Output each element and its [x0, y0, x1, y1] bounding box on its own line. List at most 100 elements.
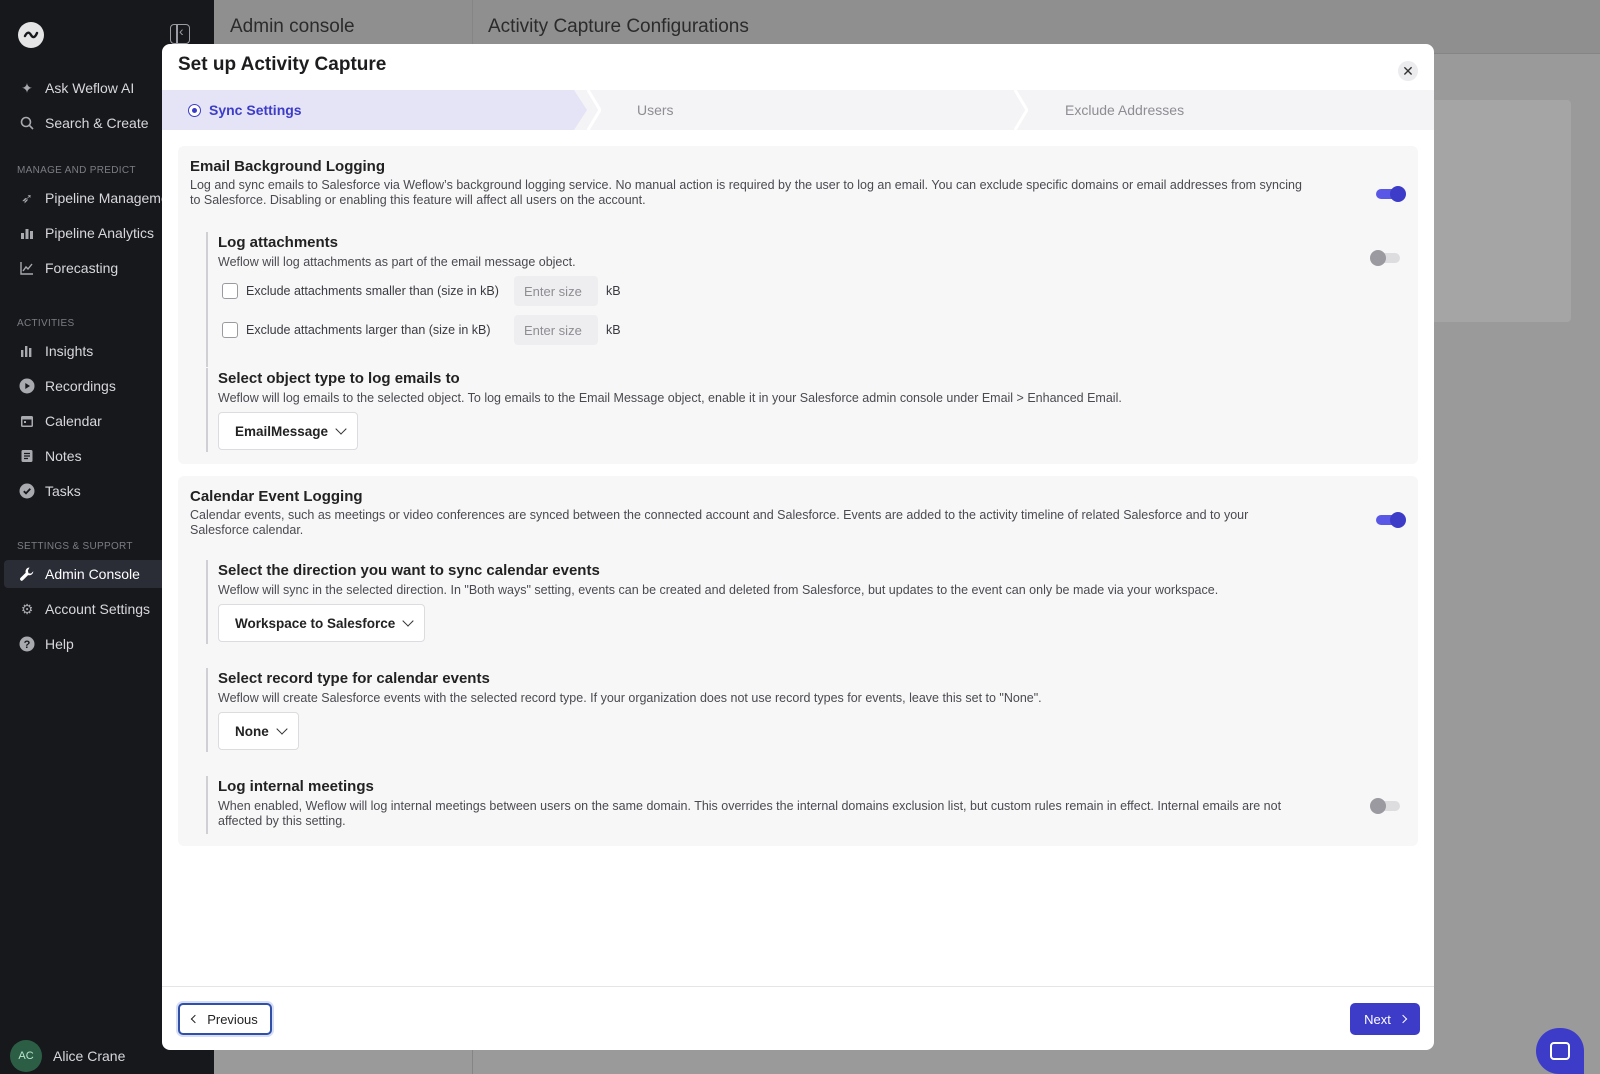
- calendar-logging-title: Calendar Event Logging: [190, 488, 363, 505]
- sidebar-item-label: Calendar: [45, 413, 102, 429]
- record-type-value: None: [235, 723, 269, 739]
- log-attachments-title: Log attachments: [218, 234, 339, 251]
- step-active-radio-icon: [188, 104, 201, 117]
- indent-bar: [206, 560, 208, 644]
- section-title-settings: SETTINGS & SUPPORT: [17, 541, 133, 552]
- object-type-desc: Weflow will log emails to the selected o…: [218, 391, 1122, 405]
- collapse-sidebar-icon[interactable]: [170, 23, 190, 44]
- background-page-title: Activity Capture Configurations: [488, 16, 749, 37]
- chevron-right-icon: [1398, 1014, 1408, 1024]
- sync-direction-desc: Weflow will sync in the selected directi…: [218, 583, 1219, 597]
- step-separator: [587, 90, 601, 130]
- email-logging-toggle[interactable]: [1376, 185, 1406, 202]
- insights-icon: [18, 342, 36, 360]
- chevron-left-icon: [190, 1014, 200, 1024]
- sidebar-item-label: Search & Create: [45, 115, 149, 131]
- svg-text:?: ?: [24, 639, 31, 651]
- step-exclude-addresses[interactable]: Exclude Addresses: [1065, 102, 1184, 118]
- wrench-icon: [18, 565, 36, 583]
- exclude-larger-size-input[interactable]: [514, 315, 598, 345]
- check-circle-icon: [18, 482, 36, 500]
- sidebar-item-label: Pipeline Management: [45, 190, 181, 206]
- sync-direction-select[interactable]: Workspace to Salesforce: [218, 604, 426, 642]
- close-icon[interactable]: ✕: [1398, 61, 1418, 81]
- sidebar-item-label: Insights: [45, 343, 94, 359]
- sidebar-item-label: Recordings: [45, 378, 116, 394]
- exclude-smaller-label: Exclude attachments smaller than (size i…: [246, 284, 499, 298]
- setup-activity-capture-modal: Set up Activity Capture ✕ Sync Settings …: [162, 44, 1434, 1050]
- indent-bar: [206, 232, 208, 367]
- section-title-manage: MANAGE AND PREDICT: [17, 165, 136, 176]
- sidebar-item-label: Forecasting: [45, 260, 119, 276]
- internal-meetings-title: Log internal meetings: [218, 778, 374, 795]
- chevron-down-icon: [335, 422, 347, 435]
- sidebar-item-label: Pipeline Analytics: [45, 225, 154, 241]
- step-separator: [1014, 90, 1028, 130]
- footer-divider: [162, 986, 1434, 987]
- play-icon: [18, 377, 36, 395]
- line-chart-icon: [18, 259, 36, 277]
- modal-title: Set up Activity Capture: [178, 54, 387, 75]
- object-type-value: EmailMessage: [235, 423, 329, 439]
- section-title-activities: ACTIVITIES: [17, 318, 75, 329]
- email-logging-desc-line2: to Salesforce. Disabling or enabling thi…: [190, 193, 646, 207]
- record-type-desc: Weflow will create Salesforce events wit…: [218, 691, 1042, 705]
- weflow-logo-icon[interactable]: [18, 22, 44, 48]
- exclude-larger-unit: kB: [606, 323, 621, 337]
- help-icon: ?: [18, 635, 36, 653]
- background-admin-console-title: Admin console: [230, 16, 355, 37]
- chat-icon: [1550, 1042, 1570, 1060]
- log-attachments-desc: Weflow will log attachments as part of t…: [218, 255, 576, 269]
- previous-button[interactable]: Previous: [178, 1003, 272, 1035]
- sync-direction-title: Select the direction you want to sync ca…: [218, 562, 600, 579]
- record-type-select[interactable]: None: [218, 712, 299, 750]
- sidebar-item-label: Account Settings: [45, 601, 151, 617]
- calendar-logging-desc-line1: Calendar events, such as meetings or vid…: [190, 508, 1249, 522]
- sidebar-item-label: Ask Weflow AI: [45, 80, 135, 96]
- indent-bar: [206, 368, 208, 452]
- calendar-logging-panel: Calendar Event Logging Calendar events, …: [178, 476, 1418, 846]
- stepper: Sync Settings Users Exclude Addresses: [162, 90, 1434, 130]
- next-button[interactable]: Next: [1350, 1003, 1420, 1035]
- log-attachments-toggle[interactable]: [1370, 249, 1400, 266]
- object-type-select[interactable]: EmailMessage: [218, 412, 359, 450]
- exclude-smaller-checkbox[interactable]: [222, 283, 238, 299]
- object-type-title: Select object type to log emails to: [218, 370, 460, 387]
- calendar-icon: [18, 412, 36, 430]
- chevron-down-icon: [402, 614, 414, 627]
- email-logging-title: Email Background Logging: [190, 158, 386, 175]
- exclude-larger-checkbox[interactable]: [222, 322, 238, 338]
- step-sync-settings[interactable]: Sync Settings: [209, 102, 302, 118]
- search-icon: [18, 114, 36, 132]
- notes-icon: [18, 447, 36, 465]
- chat-launcher-button[interactable]: [1536, 1028, 1584, 1074]
- rocket-icon: ➶: [21, 189, 33, 206]
- indent-bar: [206, 668, 208, 752]
- sidebar-item-label: Notes: [45, 448, 82, 464]
- indent-bar: [206, 776, 208, 834]
- sync-direction-value: Workspace to Salesforce: [235, 615, 396, 631]
- chevron-down-icon: [276, 722, 288, 735]
- exclude-smaller-size-input[interactable]: [514, 276, 598, 306]
- record-type-title: Select record type for calendar events: [218, 670, 490, 687]
- gear-icon: ⚙: [20, 600, 34, 617]
- calendar-logging-toggle[interactable]: [1376, 511, 1406, 528]
- user-profile[interactable]: AC Alice Crane: [10, 1040, 125, 1072]
- exclude-larger-label: Exclude attachments larger than (size in…: [246, 323, 491, 337]
- calendar-logging-desc-line2: Salesforce calendar.: [190, 523, 304, 537]
- next-button-label: Next: [1364, 1011, 1391, 1027]
- bar-chart-icon: [18, 224, 36, 242]
- step-users[interactable]: Users: [637, 102, 674, 118]
- email-logging-panel: Email Background Logging Log and sync em…: [178, 146, 1418, 464]
- sparkle-icon: ✦: [21, 79, 33, 96]
- exclude-smaller-unit: kB: [606, 284, 621, 298]
- avatar: AC: [10, 1040, 42, 1072]
- sidebar-item-label: Help: [45, 636, 74, 652]
- user-name: Alice Crane: [53, 1048, 126, 1064]
- sidebar-item-label: Tasks: [45, 483, 81, 499]
- internal-meetings-desc-line1: When enabled, Weflow will log internal m…: [218, 799, 1282, 813]
- sidebar-item-label: Admin Console: [45, 566, 140, 582]
- internal-meetings-desc-line2: affected by this setting.: [218, 814, 346, 828]
- email-logging-desc-line1: Log and sync emails to Salesforce via We…: [190, 178, 1302, 192]
- internal-meetings-toggle[interactable]: [1370, 797, 1400, 814]
